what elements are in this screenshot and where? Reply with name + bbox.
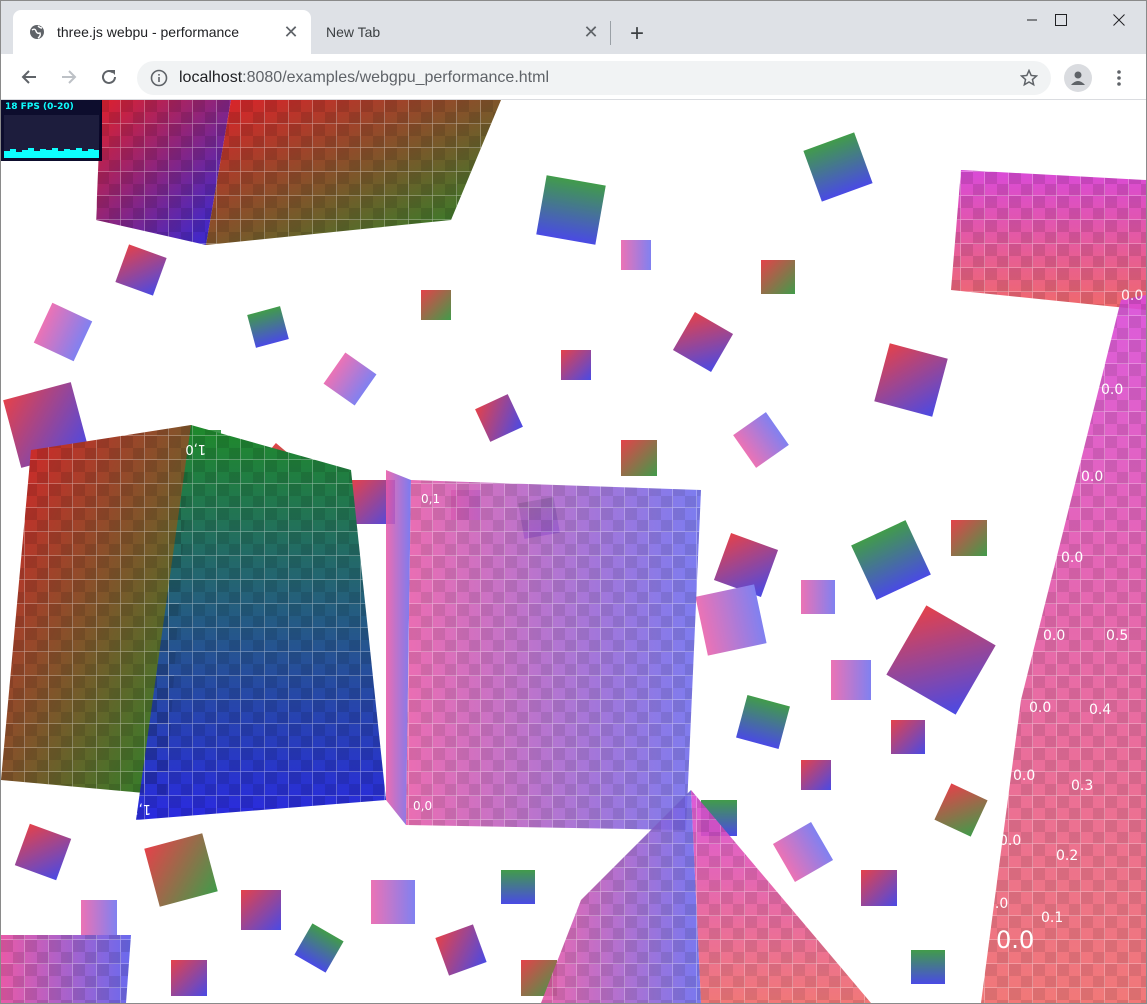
svg-text:0.0: 0.0 xyxy=(1061,550,1083,566)
svg-text:0.0: 0.0 xyxy=(996,926,1034,954)
cube-scene: 1,0 1,1 0,1 0,0 0.0 0.0 0.0 0.0 0.0 0.5 xyxy=(1,100,1146,1003)
svg-text:0.1: 0.1 xyxy=(1041,910,1063,926)
svg-text:0.4: 0.4 xyxy=(1089,702,1111,718)
cube-top-left xyxy=(96,100,501,245)
close-icon[interactable]: ✕ xyxy=(281,22,301,42)
info-icon[interactable] xyxy=(149,68,169,88)
fps-graph xyxy=(4,115,99,158)
plus-icon[interactable]: + xyxy=(625,20,649,47)
back-arrow-icon[interactable] xyxy=(13,61,45,93)
forward-arrow-icon[interactable] xyxy=(53,61,85,93)
svg-text:0.0: 0.0 xyxy=(1013,768,1035,784)
fps-label: 18 FPS (0-20) xyxy=(5,102,74,112)
svg-text:0.3: 0.3 xyxy=(1071,778,1093,794)
svg-text:0.0: 0.0 xyxy=(999,833,1021,849)
cube-top-right xyxy=(951,170,1146,310)
tab-new-tab[interactable]: New Tab ✕ xyxy=(313,10,611,54)
url-path: :8080/examples/webgpu_performance.html xyxy=(242,69,549,86)
globe-icon xyxy=(29,24,45,40)
cube-left: 1,0 1,1 xyxy=(1,425,386,820)
close-icon[interactable]: ✕ xyxy=(581,22,601,42)
webgpu-canvas[interactable]: 1,0 1,1 0,1 0,0 0.0 0.0 0.0 0.0 0.0 0.5 xyxy=(1,100,1146,1003)
maximize-icon[interactable] xyxy=(1032,1,1090,39)
svg-text:0,1: 0,1 xyxy=(421,492,440,506)
kebab-menu-icon[interactable] xyxy=(1107,64,1131,92)
reload-icon[interactable] xyxy=(93,61,125,93)
svg-text:0.0: 0.0 xyxy=(1043,628,1065,644)
svg-text:1,0: 1,0 xyxy=(185,441,206,456)
browser-window: three.js webpu - performance ✕ New Tab ✕… xyxy=(0,0,1147,1004)
tab-separator xyxy=(610,21,611,45)
svg-text:0.0: 0.0 xyxy=(1029,700,1051,716)
window-close-icon[interactable] xyxy=(1090,1,1146,39)
profile-icon[interactable] xyxy=(1064,64,1092,92)
browser-toolbar: localhost:8080/examples/webgpu_performan… xyxy=(1,54,1146,100)
cube-right-panel: 0.0 0.0 0.0 0.0 0.0 0.5 0.0 0.4 0.0 0.3 … xyxy=(981,288,1146,1003)
tab-title: New Tab xyxy=(326,24,381,40)
svg-text:0.2: 0.2 xyxy=(1056,848,1078,864)
svg-text:0.0: 0.0 xyxy=(1101,382,1123,398)
tab-strip: three.js webpu - performance ✕ New Tab ✕… xyxy=(1,1,1146,54)
url-text: localhost:8080/examples/webgpu_performan… xyxy=(179,69,549,87)
svg-text:0,0: 0,0 xyxy=(413,799,432,813)
svg-text:0.0: 0.0 xyxy=(1121,288,1143,304)
tab-title: three.js webpu - performance xyxy=(57,24,240,40)
svg-text:1,1: 1,1 xyxy=(130,801,151,816)
svg-text:0.0: 0.0 xyxy=(986,896,1008,912)
url-host: localhost xyxy=(179,69,243,86)
address-bar[interactable]: localhost:8080/examples/webgpu_performan… xyxy=(137,61,1051,95)
cube-bottom-left xyxy=(1,935,131,1003)
tab-threejs-performance[interactable]: three.js webpu - performance ✕ xyxy=(13,10,311,54)
cube-center: 0,1 0,0 xyxy=(386,470,701,830)
fps-stats-panel[interactable]: 18 FPS (0-20) xyxy=(1,100,102,161)
svg-text:0.0: 0.0 xyxy=(1081,469,1103,485)
svg-text:0.5: 0.5 xyxy=(1106,628,1128,644)
star-icon[interactable] xyxy=(1019,68,1039,88)
